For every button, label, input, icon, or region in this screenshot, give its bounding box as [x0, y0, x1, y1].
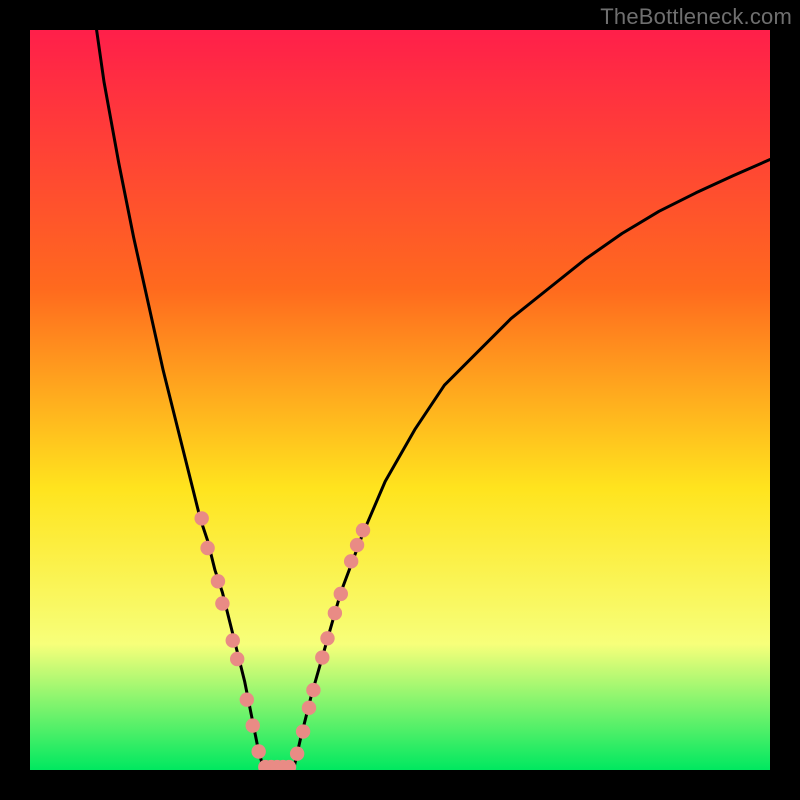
data-dot — [344, 554, 358, 568]
data-dot — [356, 523, 370, 537]
data-dot — [226, 633, 240, 647]
data-dot — [246, 718, 260, 732]
frame: TheBottleneck.com — [0, 0, 800, 800]
data-dot — [328, 606, 342, 620]
data-dot — [251, 744, 265, 758]
data-dot — [296, 724, 310, 738]
data-dot — [194, 511, 208, 525]
data-dot — [315, 650, 329, 664]
plot-area — [30, 30, 770, 770]
data-dot — [334, 587, 348, 601]
gradient-bg — [30, 30, 770, 770]
data-dot — [215, 596, 229, 610]
data-dot — [211, 574, 225, 588]
data-dot — [302, 701, 316, 715]
data-dot — [290, 747, 304, 761]
data-dot — [200, 541, 214, 555]
chart-svg — [30, 30, 770, 770]
data-dot — [240, 693, 254, 707]
data-dot — [306, 683, 320, 697]
data-dot — [350, 538, 364, 552]
data-dot — [320, 631, 334, 645]
data-dot — [230, 652, 244, 666]
watermark-text: TheBottleneck.com — [600, 4, 792, 30]
